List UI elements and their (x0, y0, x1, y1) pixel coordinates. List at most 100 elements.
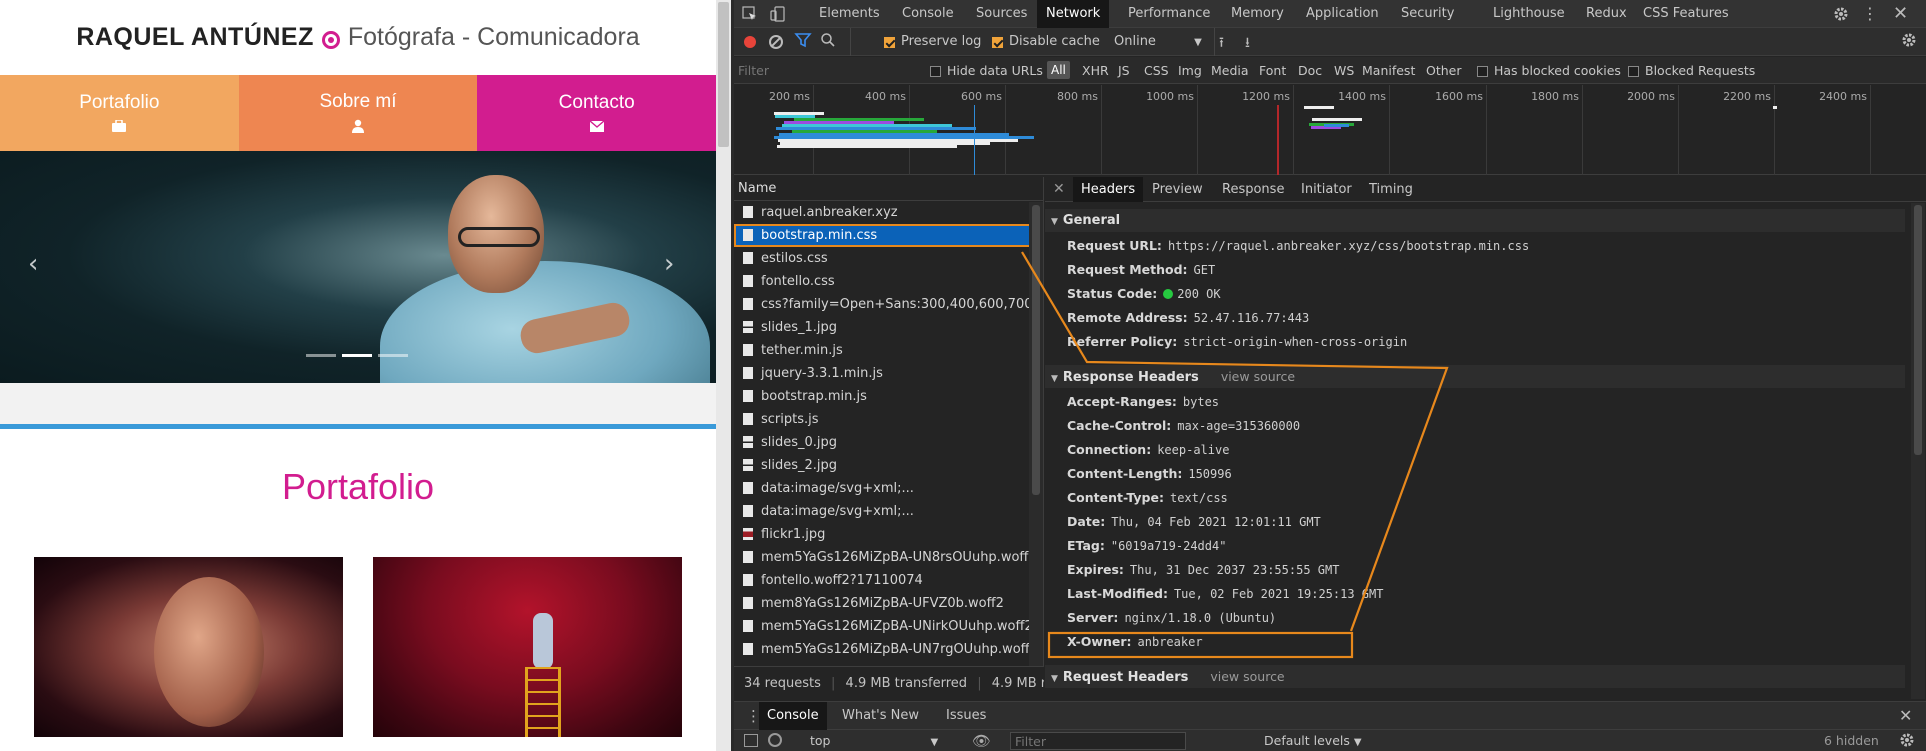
header-value[interactable]: bytes (1183, 395, 1219, 409)
carousel-indicator[interactable] (378, 354, 408, 357)
preserve-log-checkbox[interactable]: Preserve log (884, 34, 981, 49)
console-settings-icon[interactable] (1899, 732, 1915, 751)
view-source-link[interactable]: view source (1210, 669, 1284, 684)
network-settings-icon[interactable] (1901, 32, 1917, 52)
request-headers-section-header[interactable]: ▼ Request Headers view source (1045, 665, 1905, 688)
import-har-icon[interactable]: ⭱ (1219, 32, 1224, 56)
tab-sources[interactable]: Sources (976, 0, 1027, 28)
log-levels-select[interactable]: Default levels ▼ (1264, 733, 1362, 748)
filter-type-css[interactable]: CSS (1144, 63, 1169, 78)
tab-elements[interactable]: Elements (819, 0, 880, 28)
request-row[interactable]: mem5YaGs126MiZpBA-UN8rsOUuhp.woff2 (734, 546, 1043, 569)
throttle-select[interactable]: Online ▼ (1114, 34, 1202, 49)
drawer-tab-console[interactable]: Console (759, 702, 827, 730)
nav-contacto[interactable]: Contacto (477, 75, 716, 151)
checkbox-checked[interactable] (992, 37, 1003, 48)
request-row[interactable]: jquery-3.3.1.min.js (734, 362, 1043, 385)
filter-type-js[interactable]: JS (1118, 63, 1130, 78)
portfolio-photo-2[interactable] (373, 557, 682, 737)
header-value[interactable]: 150996 (1188, 467, 1231, 481)
request-row[interactable]: mem5YaGs126MiZpBA-UNirkOUuhp.woff2 (734, 615, 1043, 638)
filter-type-doc[interactable]: Doc (1298, 63, 1322, 78)
carousel-next-icon[interactable]: › (664, 251, 674, 277)
header-value[interactable]: 52.47.116.77:443 (1194, 311, 1310, 325)
eye-icon[interactable]: 👁 (972, 732, 991, 750)
tab-css-features[interactable]: CSS Features (1643, 0, 1729, 28)
header-value[interactable]: GET (1194, 263, 1216, 277)
site-name[interactable]: RAQUEL ANTÚNEZ (76, 23, 314, 52)
settings-gear-icon[interactable] (1833, 0, 1849, 28)
tab-security[interactable]: Security (1401, 0, 1454, 28)
request-row[interactable]: scripts.js (734, 408, 1043, 431)
request-row[interactable]: raquel.anbreaker.xyz (734, 201, 1043, 224)
hide-data-urls-checkbox[interactable]: Hide data URLs (930, 63, 1043, 78)
blocked-requests-checkbox[interactable]: Blocked Requests (1628, 63, 1755, 78)
close-detail-icon[interactable]: ✕ (1053, 177, 1065, 202)
nav-portafolio[interactable]: Portafolio (0, 75, 239, 151)
tab-headers[interactable]: Headers (1073, 177, 1144, 202)
tab-performance[interactable]: Performance (1128, 0, 1210, 28)
request-row[interactable]: mem5YaGs126MiZpBA-UN7rgOUuhp.woff2 (734, 638, 1043, 661)
request-row[interactable]: css?family=Open+Sans:300,400,600,700,800 (734, 293, 1043, 316)
tab-console[interactable]: Console (902, 0, 954, 28)
drawer-tab-issues[interactable]: Issues (946, 702, 986, 730)
request-row[interactable]: tether.min.js (734, 339, 1043, 362)
nav-sobre-mi[interactable]: Sobre mí (238, 75, 478, 151)
tab-redux[interactable]: Redux (1586, 0, 1627, 28)
checkbox[interactable] (930, 66, 941, 77)
header-value[interactable]: "6019a719-24dd4" (1111, 539, 1227, 553)
view-source-link[interactable]: view source (1221, 369, 1295, 384)
response-headers-section-header[interactable]: ▼ Response Headers view source (1045, 365, 1905, 388)
context-select[interactable]: top ▼ (810, 733, 938, 748)
page-scrollbar-thumb[interactable] (718, 2, 729, 147)
header-value[interactable]: text/css (1170, 491, 1228, 505)
request-row[interactable]: bootstrap.min.js (734, 385, 1043, 408)
request-row[interactable]: flickr1.jpg (734, 523, 1043, 546)
close-drawer-icon[interactable]: ✕ (1899, 702, 1912, 730)
tab-memory[interactable]: Memory (1231, 0, 1284, 28)
filter-type-all[interactable]: All (1047, 61, 1070, 79)
tab-initiator[interactable]: Initiator (1301, 177, 1352, 202)
request-row[interactable]: fontello.woff2?17110074 (734, 569, 1043, 592)
tab-application[interactable]: Application (1306, 0, 1379, 28)
tab-preview[interactable]: Preview (1152, 177, 1203, 202)
header-value[interactable]: Thu, 31 Dec 2037 23:55:55 GMT (1130, 563, 1340, 577)
network-overview-timeline[interactable]: 200 ms 400 ms 600 ms 800 ms 1000 ms 1200 ms 14… (734, 85, 1926, 175)
disable-cache-checkbox[interactable]: Disable cache (992, 34, 1100, 49)
request-row[interactable]: data:image/svg+xml;... (734, 477, 1043, 500)
filter-type-other[interactable]: Other (1426, 63, 1462, 78)
request-row[interactable]: slides_1.jpg (734, 316, 1043, 339)
tab-network[interactable]: Network (1037, 0, 1110, 28)
detail-scrollbar[interactable] (1911, 203, 1925, 699)
scrollbar-thumb[interactable] (1914, 205, 1922, 455)
tab-lighthouse[interactable]: Lighthouse (1493, 0, 1565, 28)
carousel-indicator-active[interactable] (342, 354, 372, 357)
filter-type-ws[interactable]: WS (1334, 63, 1354, 78)
filter-funnel-icon[interactable] (794, 31, 812, 53)
request-list-scrollbar[interactable] (1029, 202, 1043, 667)
filter-type-manifest[interactable]: Manifest (1362, 63, 1415, 78)
header-value[interactable]: nginx/1.18.0 (Ubuntu) (1124, 611, 1276, 625)
request-row[interactable]: data:image/svg+xml;... (734, 500, 1043, 523)
filter-type-img[interactable]: Img (1178, 63, 1202, 78)
header-value[interactable]: Tue, 02 Feb 2021 19:25:13 GMT (1174, 587, 1384, 601)
header-value[interactable]: 200 OK (1177, 287, 1220, 301)
scrollbar-thumb[interactable] (1032, 205, 1040, 495)
filter-type-media[interactable]: Media (1211, 63, 1249, 78)
clear-console-icon[interactable] (768, 733, 782, 747)
device-toolbar-icon[interactable] (770, 0, 786, 28)
portfolio-photo-1[interactable] (34, 557, 343, 737)
carousel-indicator[interactable] (306, 354, 336, 357)
header-value[interactable]: Thu, 04 Feb 2021 12:01:11 GMT (1111, 515, 1321, 529)
checkbox[interactable] (1477, 66, 1488, 77)
has-blocked-cookies-checkbox[interactable]: Has blocked cookies (1477, 63, 1621, 78)
checkbox-checked[interactable] (884, 37, 895, 48)
request-row[interactable]: slides_0.jpg (734, 431, 1043, 454)
sidebar-toggle-icon[interactable] (744, 734, 758, 747)
header-value[interactable]: https://raquel.anbreaker.xyz/css/bootstr… (1168, 239, 1529, 253)
hero-carousel[interactable]: ‹ › (0, 151, 716, 383)
filter-type-font[interactable]: Font (1259, 63, 1286, 78)
request-row[interactable]: estilos.css (734, 247, 1043, 270)
request-row[interactable]: slides_2.jpg (734, 454, 1043, 477)
general-section-header[interactable]: ▼ General (1045, 209, 1905, 232)
